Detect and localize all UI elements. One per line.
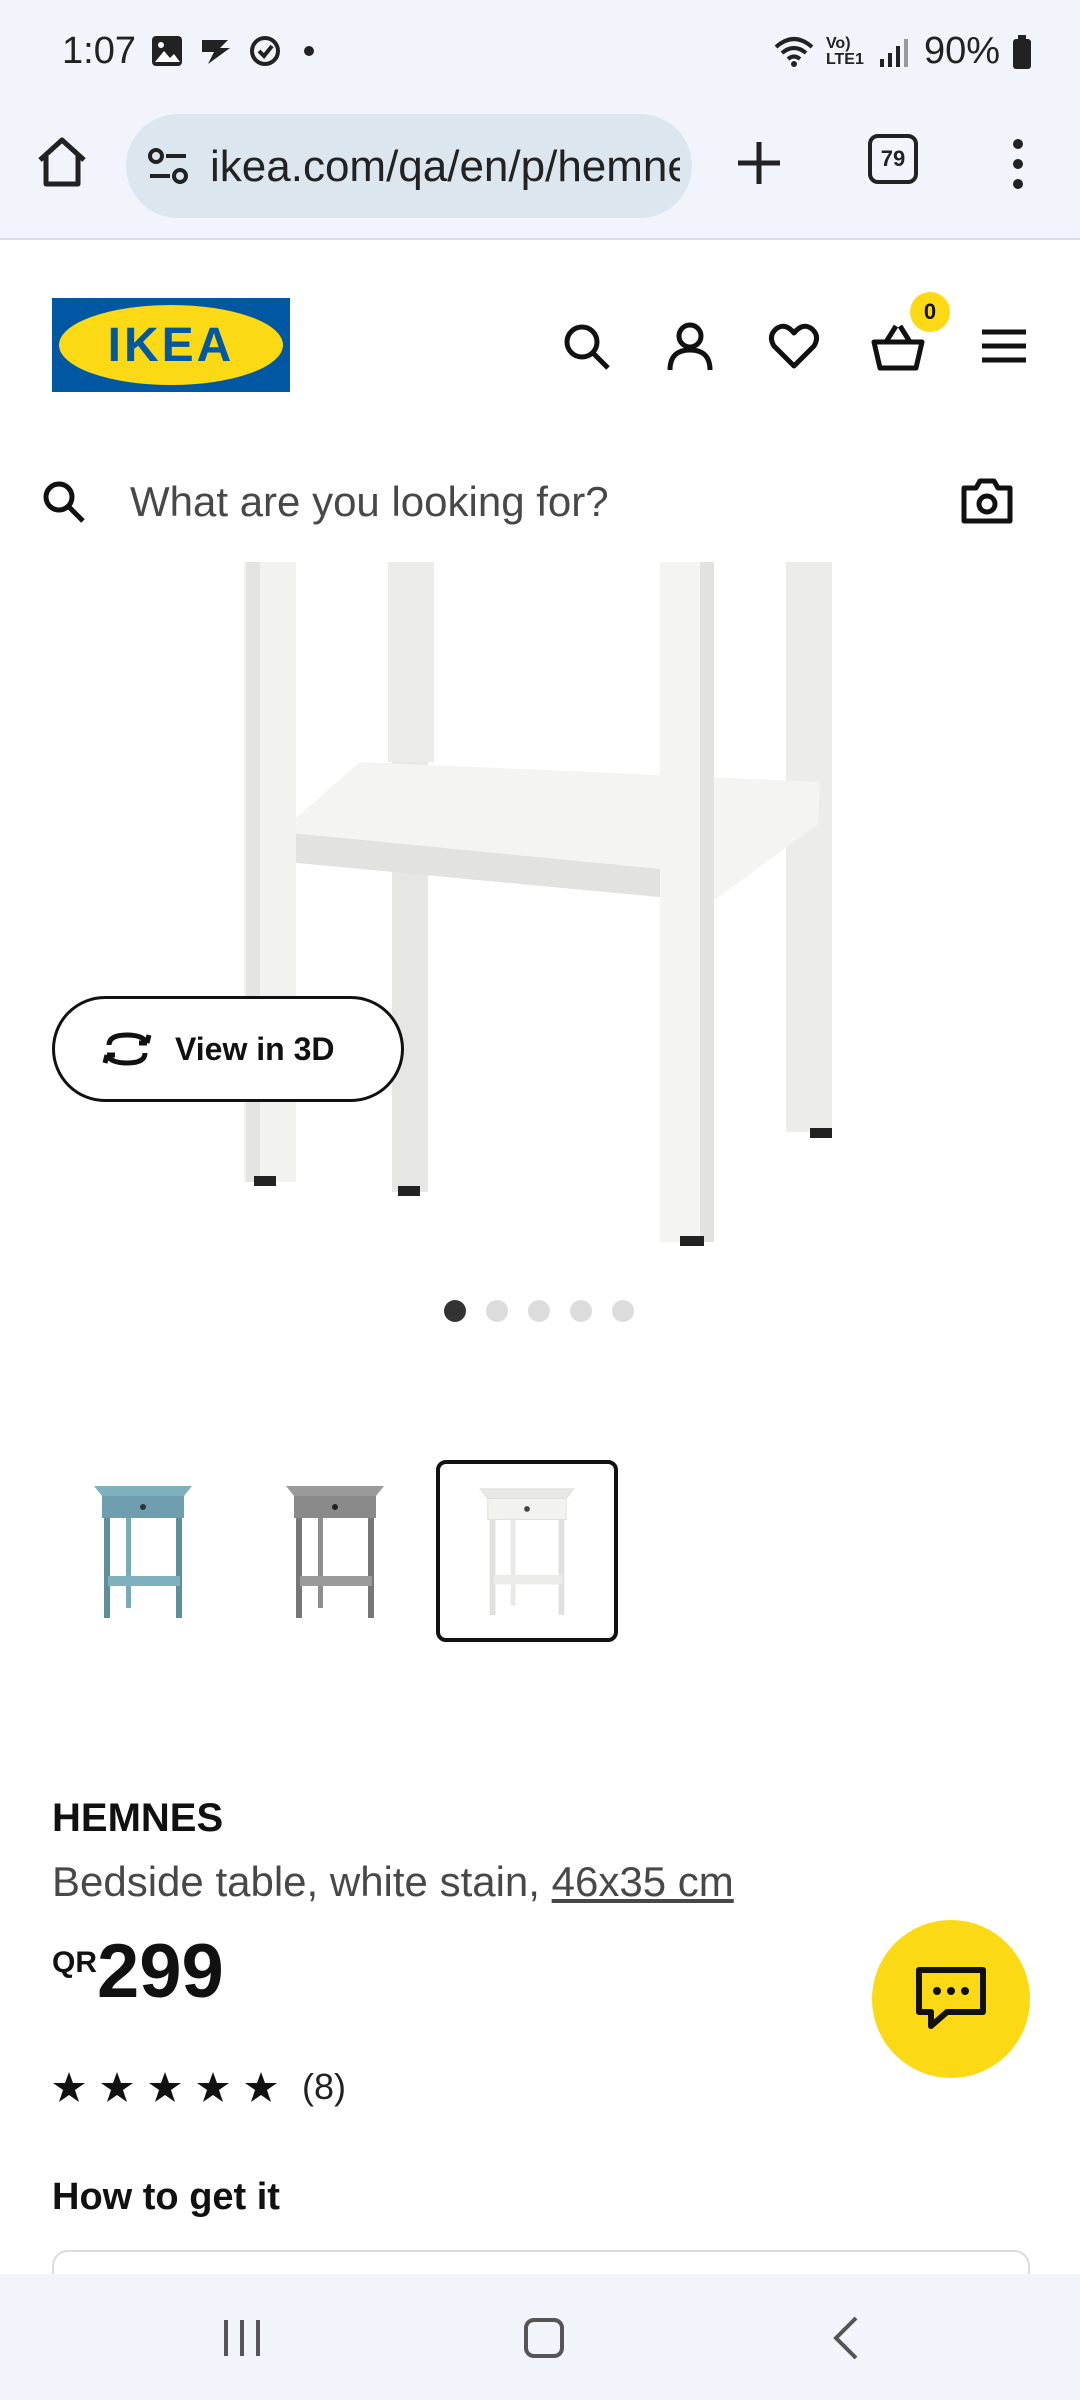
browser-toolbar: ikea.com/qa/en/p/hemnes 79	[0, 108, 1080, 240]
status-bar: 1:07 Vo) LTE1 90%	[0, 0, 1080, 108]
search-field-icon	[43, 481, 85, 523]
ikea-logo-mark: IKEA	[52, 298, 290, 392]
blue-table-thumbnail	[94, 1486, 192, 1618]
carousel-dot[interactable]	[528, 1300, 550, 1322]
product-dimensions-link[interactable]: 46x35 cm	[552, 1858, 734, 1905]
product-description-text: Bedside table, white stain,	[52, 1858, 552, 1905]
star-icon	[149, 2072, 181, 2102]
network-type: Vo) LTE1	[825, 34, 864, 68]
dot-indicator	[304, 46, 314, 56]
new-tab-icon[interactable]	[734, 138, 784, 188]
view-in-3d-label: View in 3D	[175, 1030, 335, 1067]
search-bar	[0, 442, 1080, 562]
rotate-3d-icon	[102, 1032, 152, 1066]
carousel-dot[interactable]	[444, 1300, 466, 1322]
price-currency: QR	[52, 1946, 97, 1979]
site-header: IKEA 0	[0, 242, 1080, 442]
url-text[interactable]: ikea.com/qa/en/p/hemnes	[210, 142, 680, 192]
carousel-dot[interactable]	[486, 1300, 508, 1322]
site-settings-icon[interactable]	[146, 144, 190, 188]
status-right: Vo) LTE1 90%	[774, 30, 1032, 73]
bedside-table-image	[244, 562, 832, 1246]
ikea-logo[interactable]: IKEA	[52, 298, 290, 392]
product-name: HEMNES	[52, 1796, 224, 1840]
gallery-icon	[152, 36, 182, 66]
address-bar[interactable]: ikea.com/qa/en/p/hemnes	[126, 114, 692, 218]
hamburger-menu-icon[interactable]	[976, 318, 1032, 374]
logo-text: IKEA	[108, 319, 235, 372]
variant-thumbnail-white[interactable]	[436, 1460, 618, 1642]
recent-apps-icon[interactable]	[212, 2308, 272, 2368]
battery-percent: 90%	[923, 30, 1000, 72]
color-variant-thumbnails	[52, 1460, 618, 1642]
chat-bubble-icon	[916, 1967, 986, 2029]
carousel-dot[interactable]	[612, 1300, 634, 1322]
visual-search-camera-icon[interactable]	[960, 476, 1014, 526]
search-input[interactable]	[130, 472, 930, 532]
sync-icon	[250, 36, 280, 66]
product-image[interactable]	[0, 562, 1080, 1262]
app-notification-icon	[202, 40, 230, 64]
review-count[interactable]: (8)	[302, 2066, 346, 2108]
wishlist-heart-icon[interactable]	[766, 318, 822, 374]
home-icon[interactable]	[34, 134, 90, 190]
carousel-dot[interactable]	[570, 1300, 592, 1322]
more-options-icon[interactable]	[1000, 136, 1036, 192]
how-to-get-it-heading: How to get it	[52, 2176, 280, 2218]
product-description: Bedside table, white stain, 46x35 cm	[52, 1858, 734, 1906]
cart-count-badge: 0	[910, 292, 950, 332]
carousel-dots	[444, 1300, 634, 1322]
variant-thumbnail-grey[interactable]	[244, 1460, 426, 1642]
product-price: QR 299	[52, 1934, 224, 2010]
star-icon	[53, 2072, 85, 2102]
star-icon	[197, 2072, 229, 2102]
star-icon	[245, 2072, 277, 2102]
status-time: 1:07	[62, 30, 136, 72]
white-table-thumbnail	[479, 1488, 575, 1616]
tab-switcher-button[interactable]: 79	[868, 134, 918, 184]
price-amount: 299	[97, 1929, 224, 2014]
back-icon[interactable]	[818, 2308, 878, 2368]
account-icon[interactable]	[662, 318, 718, 374]
grey-table-thumbnail	[286, 1486, 384, 1618]
chat-button[interactable]	[872, 1920, 1030, 2078]
wifi-icon	[774, 36, 814, 67]
battery-icon	[1013, 34, 1031, 69]
system-navigation-bar	[0, 2274, 1080, 2400]
search-icon[interactable]	[558, 318, 614, 374]
notification-icons	[150, 34, 314, 68]
variant-thumbnail-blue[interactable]	[52, 1460, 234, 1642]
star-icon	[101, 2072, 133, 2102]
home-nav-icon[interactable]	[514, 2308, 574, 2368]
product-rating[interactable]: (8)	[52, 2066, 346, 2108]
view-in-3d-button[interactable]: View in 3D	[52, 996, 404, 1102]
signal-icon	[879, 38, 908, 67]
